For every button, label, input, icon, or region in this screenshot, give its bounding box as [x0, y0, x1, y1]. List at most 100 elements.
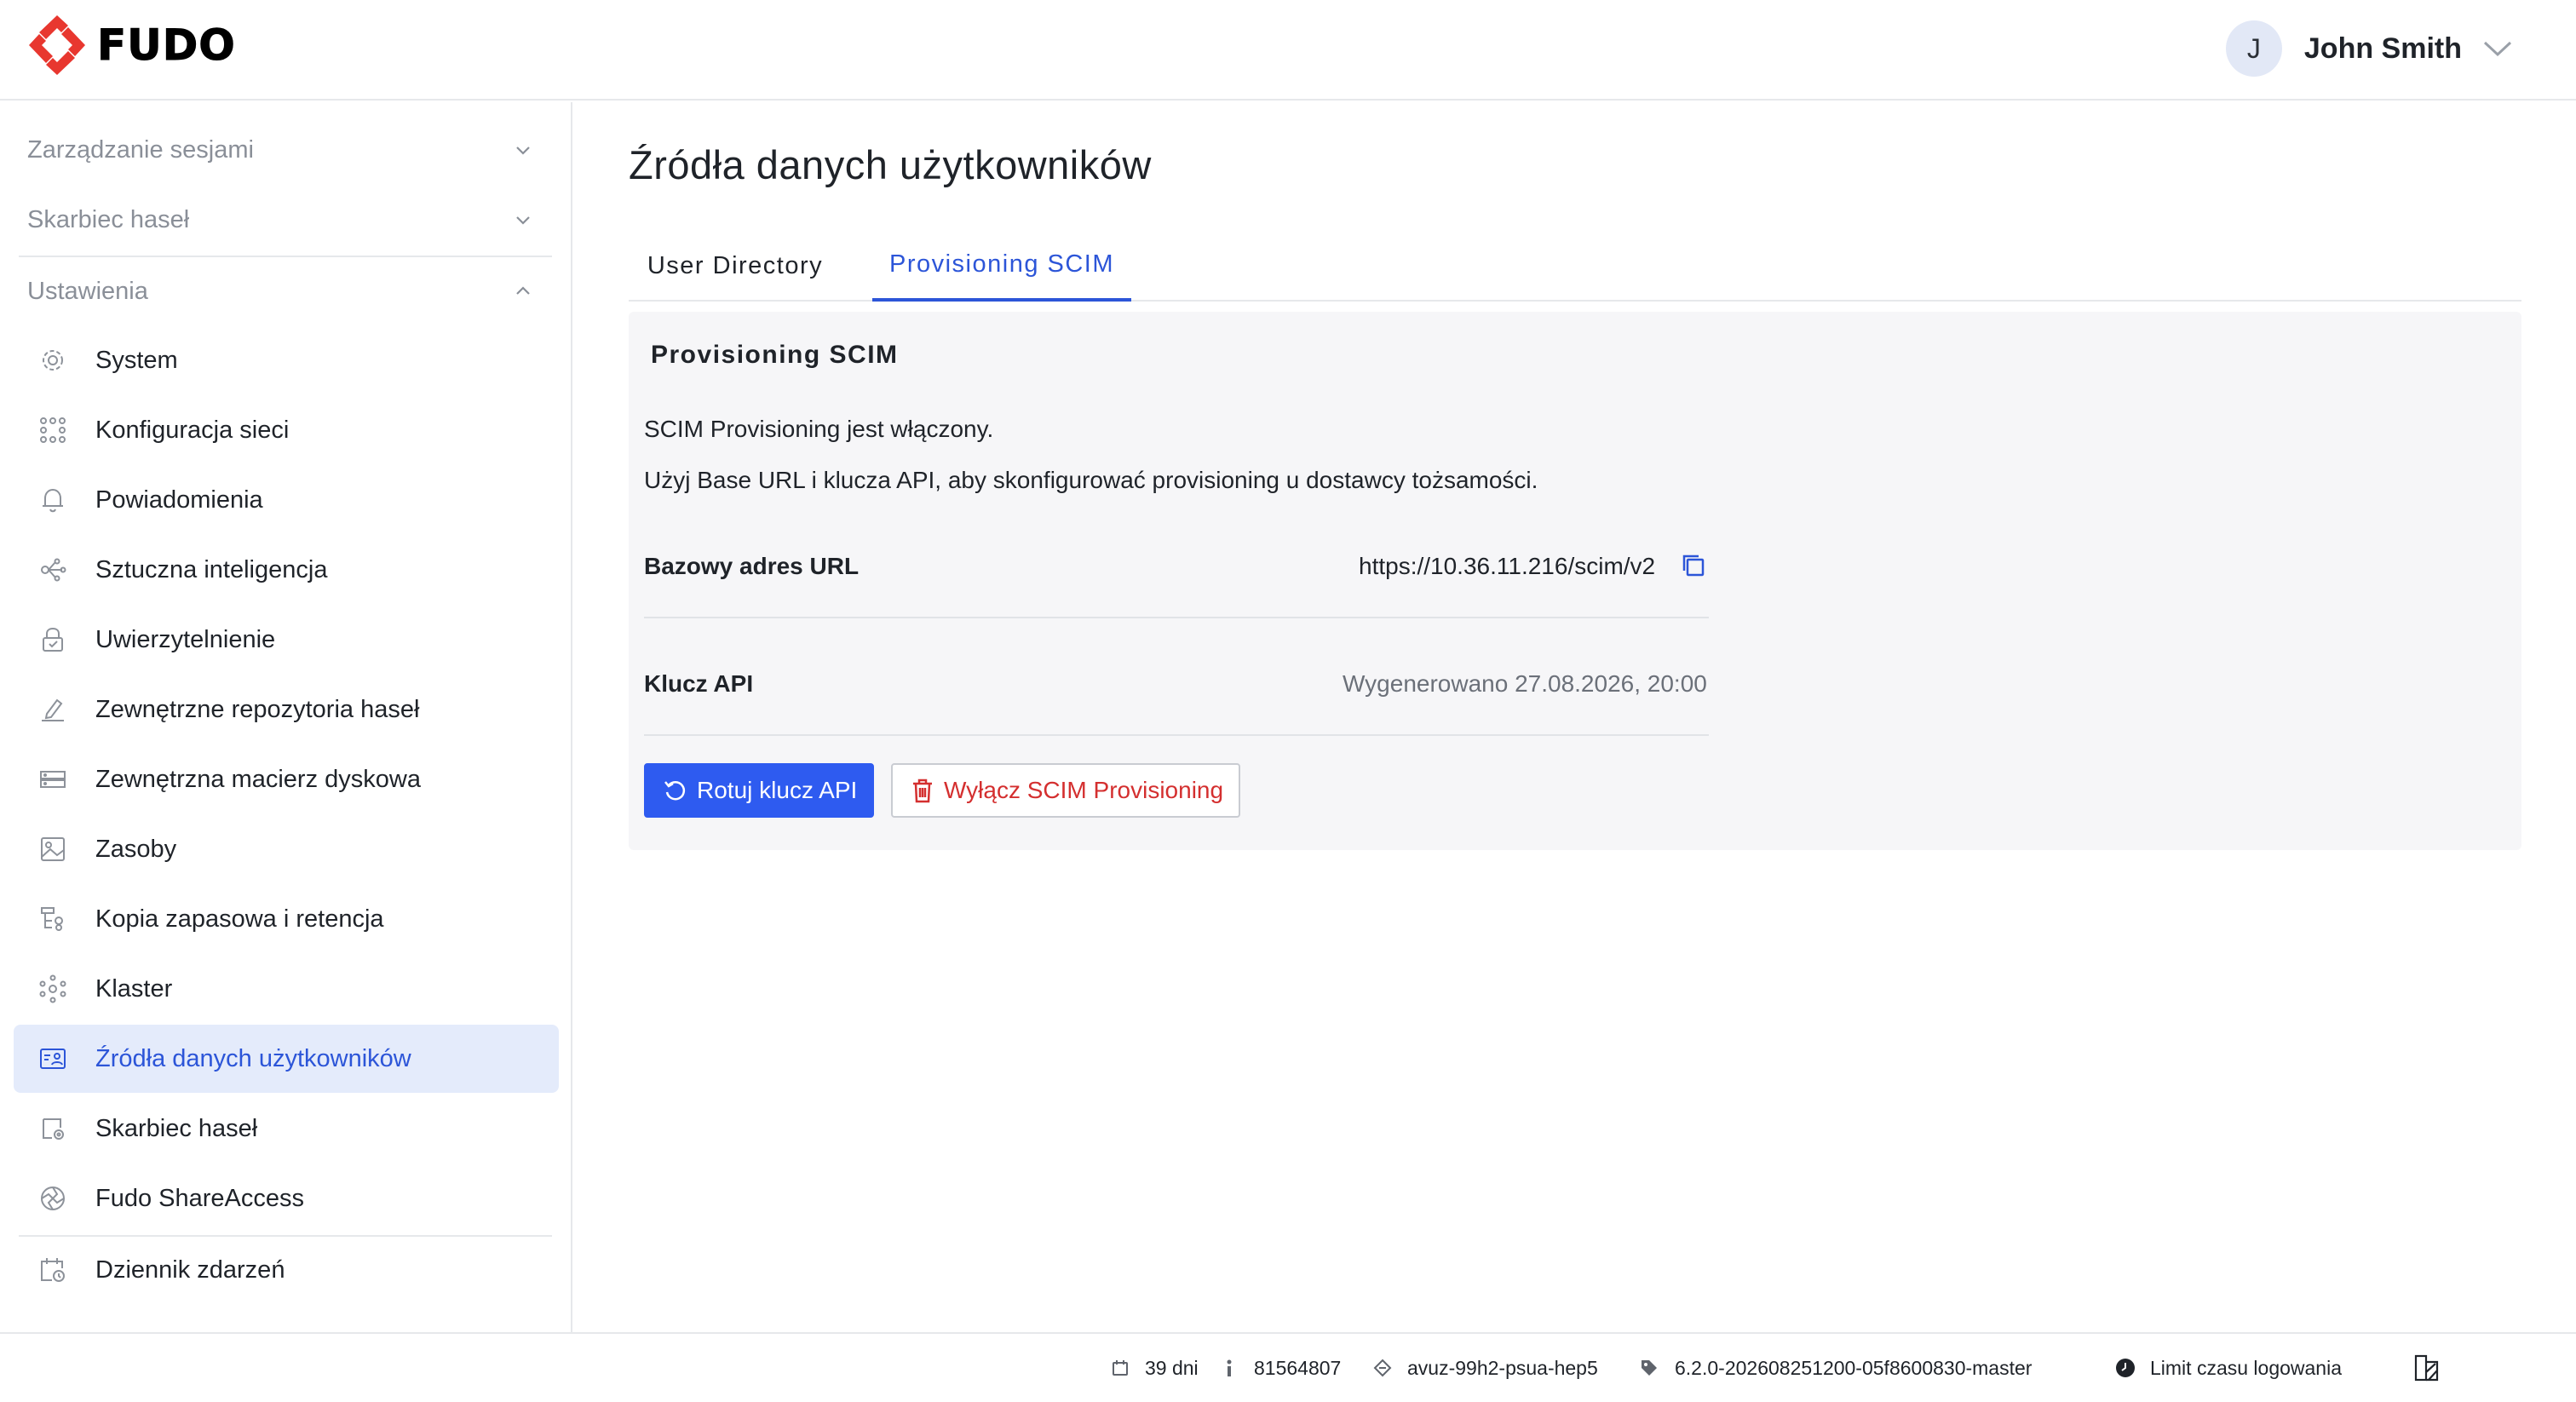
sidebar-section-label: Ustawienia [27, 277, 148, 305]
scim-status-text: SCIM Provisioning jest włączony. [644, 416, 994, 442]
sidebar-item-notifications[interactable]: Powiadomienia [14, 466, 559, 534]
footer-id: 81564807 [1218, 1334, 1341, 1402]
sidebar-item-backup-retention[interactable]: Kopia zapasowa i retencja [14, 885, 559, 953]
trash-icon [908, 776, 937, 805]
sidebar-item-label: Zewnętrzna macierz dyskowa [95, 765, 421, 793]
bell-icon [37, 485, 68, 515]
share-icon [37, 1183, 68, 1214]
avatar: J [2225, 20, 2282, 77]
chevron-up-icon [516, 286, 530, 295]
sidebar-item-label: Dziennik zdarzeń [95, 1255, 285, 1284]
panel-title: Provisioning SCIM [651, 341, 899, 369]
sidebar-item-label: System [95, 346, 178, 374]
logo-text: FUDO [97, 20, 236, 71]
sidebar-item-label: Zewnętrzne repozytoria haseł [95, 695, 420, 723]
footer-days: 39 dni [1109, 1334, 1199, 1402]
sidebar-section-vault[interactable]: Skarbiec haseł [27, 194, 547, 245]
user-menu[interactable]: J John Smith [2225, 19, 2515, 78]
footer-login-timeout[interactable]: Limit czasu logowania [2114, 1334, 2342, 1402]
info-icon [1218, 1357, 1240, 1379]
sidebar-item-external-password-repos[interactable]: Zewnętrzne repozytoria haseł [14, 675, 559, 744]
api-key-label: Klucz API [644, 670, 754, 697]
footer-version: 6.2.0-202608251200-05f8600830-master [1639, 1334, 2032, 1402]
sidebar-item-fudo-shareaccess[interactable]: Fudo ShareAccess [14, 1164, 559, 1232]
top-header: FUDO J John Smith [0, 0, 2576, 101]
sidebar-item-ai[interactable]: Sztuczna inteligencja [14, 536, 559, 604]
footer-login-timeout-text: Limit czasu logowania [2150, 1356, 2343, 1379]
sidebar-item-system[interactable]: System [14, 326, 559, 394]
sidebar-section-settings[interactable]: Ustawienia [27, 266, 547, 317]
tab-user-directory[interactable]: User Directory [629, 230, 842, 302]
sidebar-divider [19, 256, 552, 257]
chevron-down-icon [516, 147, 530, 155]
sidebar-item-authentication[interactable]: Uwierzytelnienie [14, 606, 559, 674]
page-title: Źródła danych użytkowników [629, 142, 1152, 187]
copy-icon[interactable] [1678, 550, 1709, 581]
row-divider [644, 617, 1709, 618]
tab-provisioning-scim[interactable]: Provisioning SCIM [872, 230, 1131, 302]
footer-host-text: avuz-99h2-psua-hep5 [1407, 1356, 1598, 1379]
fudo-small-icon [1371, 1357, 1394, 1379]
sidebar-item-user-data-sources[interactable]: Źródła danych użytkowników [14, 1025, 559, 1093]
sidebar-item-cluster[interactable]: Klaster [14, 955, 559, 1023]
sidebar-item-label: Konfiguracja sieci [95, 416, 290, 444]
sidebar-section-label: Zarządzanie sesjami [27, 135, 254, 164]
footer-days-text: 39 dni [1145, 1356, 1199, 1379]
sidebar-item-resources[interactable]: Zasoby [14, 815, 559, 883]
user-card-icon [37, 1043, 68, 1074]
lock-icon [37, 624, 68, 655]
sidebar-item-event-log[interactable]: Dziennik zdarzeń [14, 1236, 559, 1304]
theme-toggle[interactable] [2412, 1334, 2457, 1402]
sidebar-item-label: Kopia zapasowa i retencja [95, 905, 384, 933]
sidebar: Zarządzanie sesjami Skarbiec haseł Ustaw… [0, 102, 572, 1332]
network-icon [37, 415, 68, 445]
fudo-logo[interactable]: FUDO [27, 14, 236, 77]
base-url-value: https://10.36.11.216/scim/v2 [1359, 553, 1656, 579]
footer-id-text: 81564807 [1254, 1356, 1342, 1379]
vault-icon [37, 1113, 68, 1144]
sidebar-item-label: Skarbiec haseł [95, 1114, 258, 1142]
scim-panel: Provisioning SCIM SCIM Provisioning jest… [629, 312, 2521, 850]
chevron-down-icon [2481, 32, 2515, 66]
sidebar-item-label: Źródła danych użytkowników [95, 1044, 411, 1072]
sidebar-item-label: Powiadomienia [95, 486, 263, 514]
sidebar-section-sessions[interactable]: Zarządzanie sesjami [27, 124, 547, 175]
sidebar-section-label: Skarbiec haseł [27, 205, 190, 233]
rotate-api-key-button[interactable]: Rotuj klucz API [644, 763, 875, 818]
api-key-value: Wygenerowano 27.08.2026, 20:00 [1343, 670, 1707, 697]
storage-icon [37, 764, 68, 795]
tab-bar: User Directory Provisioning SCIM [629, 230, 2521, 302]
clock-icon [2114, 1357, 2136, 1379]
footer-host: avuz-99h2-psua-hep5 [1371, 1334, 1598, 1402]
main-content: Źródła danych użytkowników User Director… [574, 102, 2576, 1332]
status-footer: 39 dni 81564807 avuz-99h2-psua-hep5 6.2.… [0, 1332, 2576, 1402]
rotate-api-key-label: Rotuj klucz API [697, 777, 858, 803]
base-url-label: Bazowy adres URL [644, 553, 860, 579]
cluster-icon [37, 974, 68, 1004]
disable-scim-button[interactable]: Wyłącz SCIM Provisioning [891, 763, 1241, 818]
sidebar-item-label: Uwierzytelnienie [95, 625, 276, 653]
tags-icon [1639, 1357, 1661, 1379]
theme-switch-icon [2412, 1353, 2443, 1383]
chevron-down-icon [516, 216, 530, 225]
sidebar-item-label: Zasoby [95, 835, 177, 863]
calendar-icon [1109, 1357, 1131, 1379]
calendar-clock-icon [37, 1255, 68, 1285]
fudo-logo-icon [29, 15, 85, 75]
sidebar-item-password-vault[interactable]: Skarbiec haseł [14, 1095, 559, 1163]
rotate-icon [661, 776, 690, 805]
user-name: John Smith [2303, 32, 2462, 65]
footer-version-text: 6.2.0-202608251200-05f8600830-master [1675, 1356, 2033, 1379]
pen-icon [37, 694, 68, 725]
backup-icon [37, 904, 68, 934]
sidebar-item-label: Klaster [95, 974, 173, 1003]
sidebar-item-network[interactable]: Konfiguracja sieci [14, 396, 559, 464]
ai-icon [37, 554, 68, 585]
gear-icon [37, 345, 68, 376]
sidebar-item-label: Fudo ShareAccess [95, 1184, 305, 1212]
image-icon [37, 834, 68, 865]
scim-help-text: Użyj Base URL i klucza API, aby skonfigu… [644, 467, 1538, 493]
disable-scim-label: Wyłącz SCIM Provisioning [944, 777, 1224, 803]
sidebar-item-external-storage[interactable]: Zewnętrzna macierz dyskowa [14, 745, 559, 813]
sidebar-item-label: Sztuczna inteligencja [95, 555, 328, 583]
